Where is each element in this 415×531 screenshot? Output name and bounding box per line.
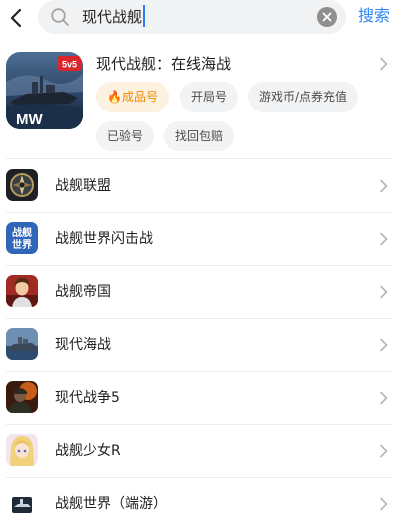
- tag-verified-account[interactable]: 已验号: [96, 121, 155, 151]
- tag-label: 开局号: [191, 90, 228, 104]
- list-item-label: 战舰联盟: [55, 178, 111, 194]
- divider: [6, 158, 392, 159]
- svg-text:世界: 世界: [12, 238, 32, 251]
- anime-girl-icon: [6, 434, 38, 466]
- ship-emblem-icon: [6, 487, 38, 519]
- tag-finished-account[interactable]: 🔥成品号: [96, 82, 169, 112]
- chevron-right-icon: [380, 179, 388, 193]
- list-item[interactable]: 现代海战: [0, 319, 415, 372]
- soldier-icon: [6, 381, 38, 413]
- tag-starter-account[interactable]: 开局号: [180, 82, 239, 112]
- tag-label: 成品号: [121, 90, 158, 104]
- chevron-right-icon: [380, 232, 388, 246]
- tag-label: 找回包赔: [175, 129, 224, 143]
- search-input[interactable]: 现代战舰: [38, 0, 346, 34]
- list-item-label: 战舰帝国: [55, 284, 111, 300]
- back-arrow-icon: [10, 8, 22, 28]
- list-item[interactable]: 战舰少女R: [0, 425, 415, 478]
- search-bar: 现代战舰 搜索: [0, 0, 415, 36]
- text-logo-icon: 战舰 世界: [6, 222, 38, 254]
- svg-text:战舰: 战舰: [12, 226, 32, 239]
- back-button[interactable]: [4, 5, 28, 31]
- compass-badge-icon: [6, 169, 38, 201]
- tag-currency-topup[interactable]: 游戏币/点券充值: [248, 82, 359, 112]
- list-item[interactable]: 现代战争5: [0, 372, 415, 425]
- warship-icon: [6, 328, 38, 360]
- list-item-label: 现代战争5: [55, 390, 120, 406]
- mode-badge: 5v5: [62, 60, 77, 70]
- search-query-text[interactable]: 现代战舰: [82, 7, 142, 27]
- chevron-right-icon: [380, 497, 388, 511]
- modern-warships-game-icon: 5v5 MW: [6, 52, 83, 129]
- chevron-right-icon: [380, 57, 388, 71]
- search-submit-button[interactable]: 搜索: [358, 5, 390, 27]
- chevron-right-icon: [380, 444, 388, 458]
- chevron-right-icon: [380, 391, 388, 405]
- list-item[interactable]: 战舰联盟: [0, 160, 415, 213]
- chevron-right-icon: [380, 338, 388, 352]
- list-item[interactable]: 战舰帝国: [0, 266, 415, 319]
- tag-recovery-guarantee[interactable]: 找回包赔: [164, 121, 235, 151]
- featured-game-card[interactable]: 5v5 MW 现代战舰：在线海战 🔥成品号 开局号 游戏币/点券充值 已验号 找…: [0, 40, 415, 156]
- list-item-label: 现代海战: [55, 337, 111, 353]
- list-item[interactable]: 战舰世界（端游）: [0, 478, 415, 531]
- text-cursor: [143, 5, 145, 27]
- list-item-label: 战舰少女R: [55, 443, 121, 459]
- close-icon: [322, 12, 332, 22]
- game-logo-text: MW: [16, 111, 43, 128]
- fire-icon: 🔥: [107, 90, 122, 104]
- search-icon: [51, 8, 69, 26]
- portrait-icon: [6, 275, 38, 307]
- tag-label: 已验号: [107, 129, 144, 143]
- featured-game-title[interactable]: 现代战舰：在线海战: [96, 54, 231, 74]
- list-item[interactable]: 战舰 世界 战舰世界闪击战: [0, 213, 415, 266]
- list-item-label: 战舰世界闪击战: [55, 231, 153, 247]
- clear-button[interactable]: [317, 7, 337, 27]
- chevron-right-icon: [380, 285, 388, 299]
- tag-label: 游戏币/点券充值: [259, 90, 348, 104]
- list-item-label: 战舰世界（端游）: [55, 496, 167, 512]
